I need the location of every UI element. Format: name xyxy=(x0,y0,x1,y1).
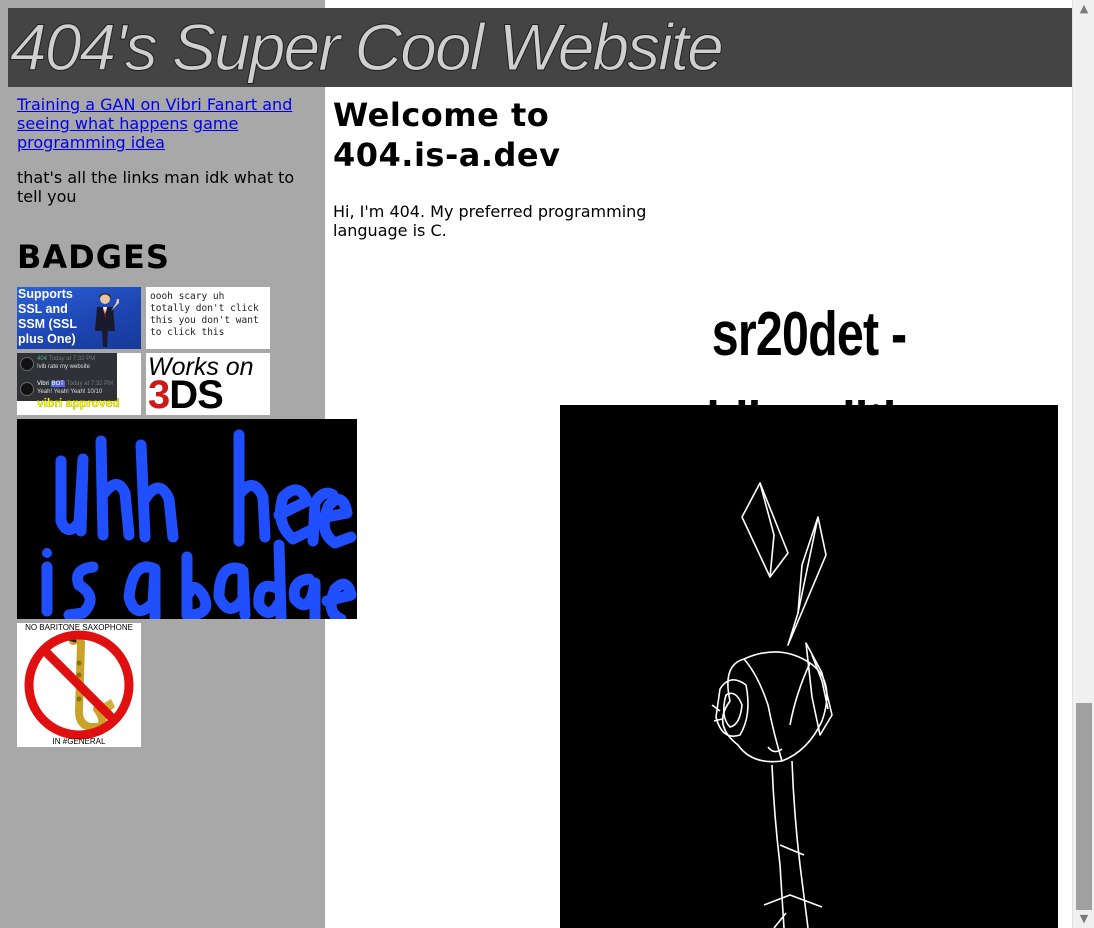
page-heading: Welcome to 404.is-a.dev xyxy=(333,96,561,174)
chat-time-2: Today at 7:32 PM xyxy=(66,381,114,387)
wireframe-creature-image xyxy=(711,482,833,928)
badges-heading: BADGES xyxy=(17,238,170,276)
scroll-down-arrow-icon[interactable]: ▼ xyxy=(1077,912,1091,926)
chat-user-2: Vibri xyxy=(37,381,49,387)
page: 404's Super Cool Website Training a GAN … xyxy=(0,0,1094,928)
no-saxophone-icon xyxy=(24,630,134,740)
3ds-logo: 3DS xyxy=(148,373,224,415)
bot-tag: BOT xyxy=(50,381,65,387)
main-content: Welcome to 404.is-a.dev Hi, I'm 404. My … xyxy=(333,95,663,240)
site-header: 404's Super Cool Website xyxy=(8,8,1073,87)
badge-ssl-text: Supports SSL and SSM (SSL plus One) xyxy=(18,287,77,346)
chat-line-1: 404 Today at 7:32 PM xyxy=(37,356,133,363)
avatar-icon xyxy=(20,357,34,371)
sax-badge-bottom-text: IN #GENERAL xyxy=(52,737,106,746)
3ds-logo-ds: DS xyxy=(169,373,224,415)
avatar-icon xyxy=(20,382,34,396)
scroll-up-arrow-icon[interactable]: ▲ xyxy=(1077,2,1091,16)
badge-ssl[interactable]: Supports SSL and SSM (SSL plus One) xyxy=(17,287,141,349)
chat-msg-1: !vib rate my website xyxy=(37,364,91,370)
sidebar-note: that's all the links man idk what to tel… xyxy=(17,168,295,206)
chat-user-1: 404 xyxy=(37,356,48,362)
vibri-approved-label: vibri approved xyxy=(37,396,120,410)
scrollbar-thumb[interactable] xyxy=(1076,703,1092,910)
badge-uhh-here-is-a-badge[interactable] xyxy=(17,419,357,619)
badge-works-on-3ds[interactable]: Works on 3DS xyxy=(146,353,270,415)
intro-text: Hi, I'm 404. My preferred programming la… xyxy=(333,202,647,240)
chat-line-2: Vibri BOT Today at 7:32 PM xyxy=(37,381,133,388)
video-player[interactable] xyxy=(560,405,1058,928)
site-title: 404's Super Cool Website xyxy=(10,10,725,85)
vertical-scrollbar[interactable]: ▲ ▼ xyxy=(1072,0,1094,928)
chat-time-1: Today at 7:32 PM xyxy=(48,356,96,362)
3ds-logo-3: 3 xyxy=(148,373,170,415)
discord-chat-screenshot: 404 Today at 7:32 PM !vib rate my websit… xyxy=(17,353,117,401)
badge-scary-dont-click[interactable]: oooh scary uh totally don't click this y… xyxy=(146,287,270,349)
businessman-thumbs-up-icon xyxy=(95,293,119,347)
chat-msg-2: Yeah! Yeah! Yeah! 10/10 xyxy=(37,389,103,395)
handwritten-scribble xyxy=(41,429,357,619)
badge-vibri-approved[interactable]: 404 Today at 7:32 PM !vib rate my websit… xyxy=(17,353,141,415)
link-gan-vibri-fanart[interactable]: Training a GAN on Vibri Fanart and seein… xyxy=(17,95,292,133)
sidebar: Training a GAN on Vibri Fanart and seein… xyxy=(17,95,317,275)
badge-scary-text: oooh scary uh totally don't click this y… xyxy=(150,291,259,338)
badge-no-baritone-saxophone[interactable]: NO BARITONE SAXOPHONE IN #GENERAL xyxy=(17,623,141,747)
sidebar-links: Training a GAN on Vibri Fanart and seein… xyxy=(17,95,317,152)
